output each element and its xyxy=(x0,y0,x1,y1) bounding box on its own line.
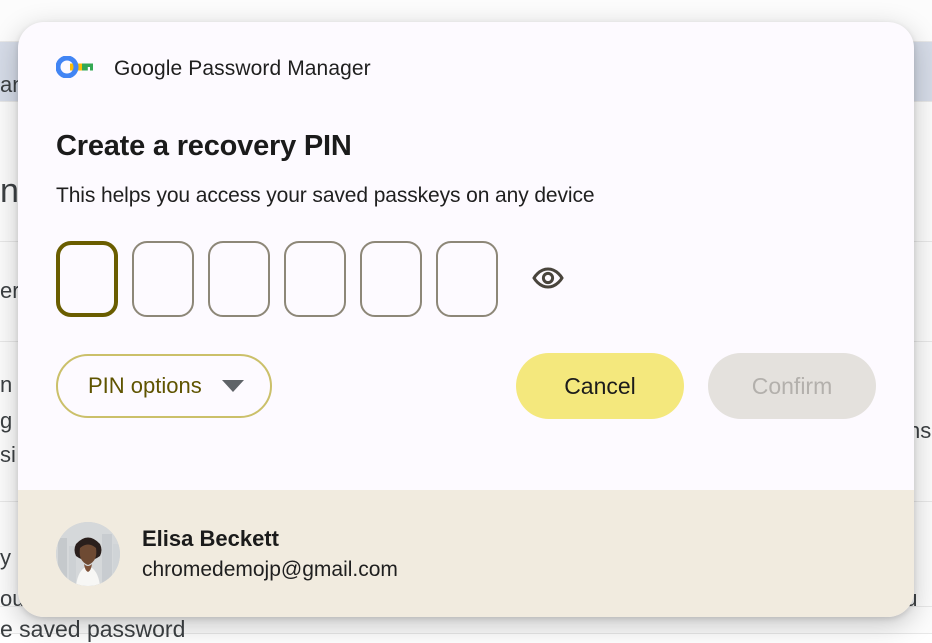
dialog-heading: Create a recovery PIN xyxy=(56,130,352,162)
dialog-brand-title: Google Password Manager xyxy=(114,57,371,80)
chevron-down-icon xyxy=(221,380,244,392)
pin-options-label: PIN options xyxy=(88,373,202,398)
pin-boxes xyxy=(56,241,498,317)
eye-icon xyxy=(531,265,565,294)
google-password-manager-dialog: Google Password Manager Create a recover… xyxy=(18,22,914,617)
account-name: Elisa Beckett xyxy=(142,525,279,551)
pin-digit-input-2[interactable] xyxy=(132,241,194,317)
confirm-button: Confirm xyxy=(708,353,876,419)
pin-digit-input-3[interactable] xyxy=(208,241,270,317)
pin-digit-input-1[interactable] xyxy=(56,241,118,317)
pin-digit-input-6[interactable] xyxy=(436,241,498,317)
google-password-key-icon xyxy=(55,55,96,83)
background-text-fragment: si xyxy=(0,442,16,467)
dialog-body: Google Password Manager Create a recover… xyxy=(18,22,914,490)
background-text-fragment: y xyxy=(0,545,11,570)
pin-entry-row xyxy=(56,241,876,317)
background-text-fragment: er xyxy=(0,278,20,303)
dialog-action-row: PIN options Cancel Confirm xyxy=(56,353,876,419)
background-text-fragment: g xyxy=(0,408,13,433)
pin-options-button[interactable]: PIN options xyxy=(56,354,272,418)
pin-digit-input-4[interactable] xyxy=(284,241,346,317)
account-email: chromedemojp@gmail.com xyxy=(142,557,398,581)
account-footer: Elisa Beckett chromedemojp@gmail.com xyxy=(18,490,914,617)
user-avatar-photo xyxy=(56,521,120,586)
toggle-pin-visibility-button[interactable] xyxy=(526,257,570,301)
brand-row: Google Password Manager xyxy=(55,52,876,86)
pin-digit-input-5[interactable] xyxy=(360,241,422,317)
page-root: anngern igsiyounsoue saved password Goog… xyxy=(0,0,932,642)
dialog-subtext: This helps you access your saved passkey… xyxy=(56,184,595,207)
account-text: Elisa Beckett chromedemojp@gmail.com xyxy=(142,526,398,582)
background-text-fragment: e saved password xyxy=(0,616,186,642)
cancel-button[interactable]: Cancel xyxy=(516,353,684,419)
